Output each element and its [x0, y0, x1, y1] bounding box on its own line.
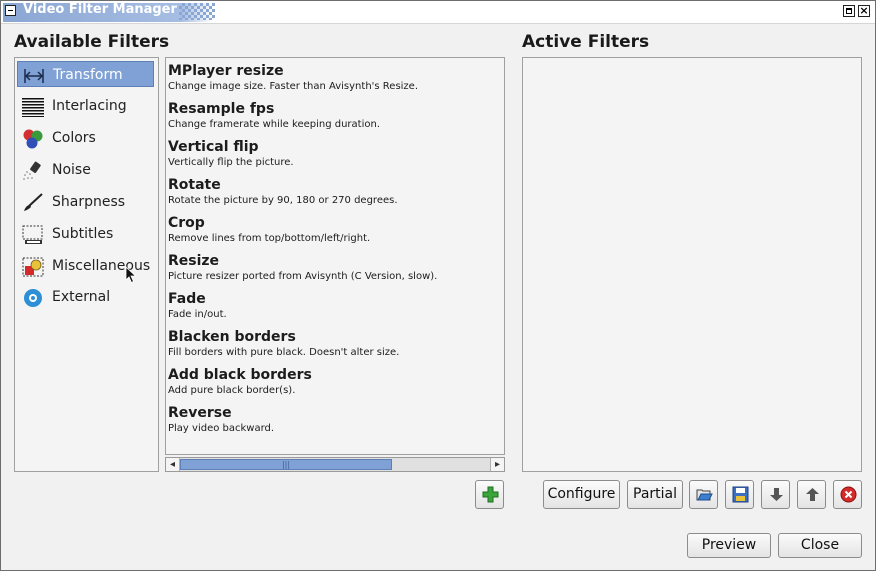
category-item-subtitles[interactable]: Subtitles [17, 221, 154, 247]
filter-name: Rotate [168, 177, 221, 193]
filter-name: Vertical flip [168, 139, 259, 155]
remove-icon [840, 486, 857, 503]
scroll-thumb[interactable]: ||| [180, 459, 392, 470]
filter-description: Change framerate while keeping duration. [168, 119, 381, 130]
category-item-transform[interactable]: Transform [17, 61, 154, 87]
filter-name: Add black borders [168, 367, 312, 383]
category-label: Noise [52, 162, 91, 178]
category-label: Interlacing [52, 98, 127, 114]
filter-item[interactable]: Crop Remove lines from top/bottom/left/r… [168, 215, 498, 246]
transform-icon [24, 69, 44, 83]
close-button[interactable]: Close [778, 533, 862, 558]
window-menu-icon[interactable] [5, 5, 16, 16]
category-item-noise[interactable]: Noise [17, 157, 154, 183]
close-window-icon[interactable]: × [858, 5, 870, 17]
category-label: External [52, 289, 111, 305]
scroll-right-icon[interactable]: ▸ [490, 458, 504, 471]
category-item-sharpness[interactable]: Sharpness [17, 189, 154, 215]
plus-icon [482, 486, 499, 503]
move-up-button[interactable] [797, 480, 826, 509]
filter-description: Remove lines from top/bottom/left/right. [168, 233, 371, 244]
filter-description: Fade in/out. [168, 309, 227, 320]
available-filters-heading: Available Filters [14, 32, 170, 52]
category-label: Colors [52, 130, 96, 146]
category-label: Transform [53, 67, 123, 83]
filter-description: Add pure black border(s). [168, 385, 296, 396]
move-down-button[interactable] [761, 480, 790, 509]
filter-description: Rotate the picture by 90, 180 or 270 deg… [168, 195, 398, 206]
filter-item[interactable]: Resize Picture resizer ported from Avisy… [168, 253, 498, 284]
filter-description: Play video backward. [168, 423, 275, 434]
title-bar[interactable]: Video Filter Manager × [1, 1, 875, 24]
category-item-interlacing[interactable]: Interlacing [17, 93, 154, 119]
active-filters-heading: Active Filters [522, 32, 650, 52]
category-list: Transform Interlacing Colors Noise Sharp… [14, 57, 159, 472]
filter-name: Reverse [168, 405, 232, 421]
external-icon [24, 289, 42, 307]
configure-button[interactable]: Configure [543, 480, 620, 509]
preview-button[interactable]: Preview [687, 533, 771, 558]
filter-name: Crop [168, 215, 205, 231]
mouse-pointer-icon [125, 266, 137, 284]
filter-description: Change image size. Faster than Avisynth'… [168, 81, 419, 92]
filter-name: Resample fps [168, 101, 275, 117]
filter-description: Picture resizer ported from Avisynth (C … [168, 271, 438, 282]
maximize-icon[interactable] [843, 5, 855, 17]
window-title: Video Filter Manager [23, 2, 177, 17]
folder-open-icon [696, 489, 713, 501]
scroll-left-icon[interactable]: ◂ [166, 458, 180, 471]
save-icon [732, 486, 749, 503]
filter-item[interactable]: Rotate Rotate the picture by 90, 180 or … [168, 177, 498, 208]
filters-list: MPlayer resize Change image size. Faster… [165, 57, 505, 455]
filter-name: Fade [168, 291, 206, 307]
colors-icon [23, 129, 43, 149]
filter-description: Fill borders with pure black. Doesn't al… [168, 347, 400, 358]
filter-item[interactable]: Add black borders Add pure black border(… [168, 367, 498, 398]
sharpness-icon [24, 193, 43, 211]
category-label: Sharpness [52, 194, 126, 210]
open-filter-list-button[interactable] [689, 480, 718, 509]
miscellaneous-icon [22, 257, 44, 277]
partial-button[interactable]: Partial [627, 480, 683, 509]
filter-description: Vertically flip the picture. [168, 157, 294, 168]
filter-item[interactable]: MPlayer resize Change image size. Faster… [168, 63, 498, 94]
category-item-external[interactable]: External [17, 284, 154, 310]
filter-item[interactable]: Reverse Play video backward. [168, 405, 498, 436]
filter-item[interactable]: Resample fps Change framerate while keep… [168, 101, 498, 132]
filter-name: MPlayer resize [168, 63, 284, 79]
filter-item[interactable]: Blacken borders Fill borders with pure b… [168, 329, 498, 360]
filter-item[interactable]: Fade Fade in/out. [168, 291, 498, 322]
remove-filter-button[interactable] [833, 480, 862, 509]
category-label: Subtitles [52, 226, 114, 242]
interlacing-icon [22, 98, 44, 117]
filter-name: Blacken borders [168, 329, 296, 345]
filter-item[interactable]: Vertical flip Vertically flip the pictur… [168, 139, 498, 170]
category-item-colors[interactable]: Colors [17, 125, 154, 151]
active-filters-list[interactable] [522, 57, 862, 472]
filters-horizontal-scrollbar[interactable]: ◂ ||| ▸ [165, 457, 505, 472]
title-decoration [179, 3, 215, 20]
arrow-up-icon [806, 488, 819, 501]
arrow-down-icon [770, 488, 783, 501]
video-filter-manager-window: Video Filter Manager × Available Filters… [0, 0, 876, 571]
noise-icon [23, 161, 41, 180]
save-filter-list-button[interactable] [725, 480, 754, 509]
subtitles-icon [22, 225, 43, 244]
filter-name: Resize [168, 253, 220, 269]
add-filter-button[interactable] [475, 480, 504, 509]
